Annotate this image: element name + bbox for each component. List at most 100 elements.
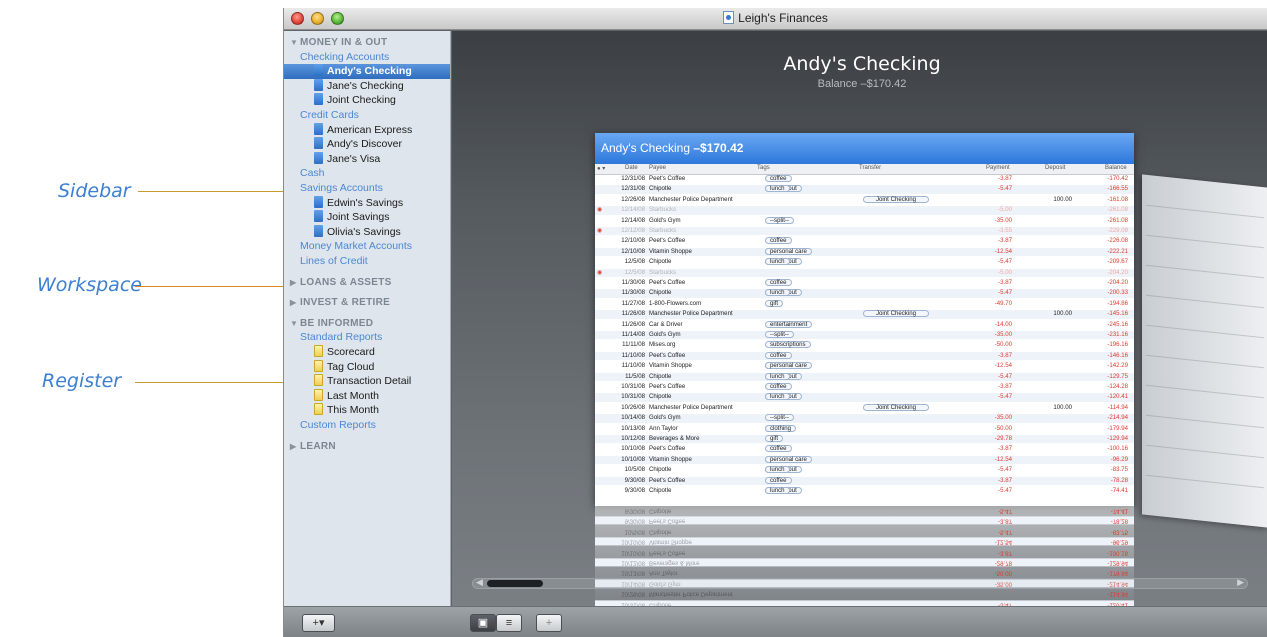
register-row[interactable]: 10/5/08Chipotle-5.47-83.75eating outlunc…: [595, 466, 1134, 474]
register-row[interactable]: 11/26/08 Manchester Police Department 100.…: [595, 310, 1134, 319]
register-row[interactable]: 11/27/08 1-800-Flowers.com -49.70 -194.86 gi…: [595, 299, 1134, 308]
transfer-pill[interactable]: Joint Checking: [863, 195, 929, 203]
sidebar-group[interactable]: Money Market Accounts: [284, 239, 450, 254]
register-row[interactable]: ◉ 12/5/08 Starbucks -5.00 -204.20: [595, 268, 1134, 277]
sidebar-item[interactable]: Joint Savings: [284, 210, 450, 225]
register-row[interactable]: 10/10/08Vitamin Shoppe-12.54-96.29andype…: [595, 455, 1134, 465]
register-row[interactable]: ◉ 12/12/08 Starbucks -3.55 -229.08: [595, 227, 1134, 236]
pending-mark-icon[interactable]: ◉: [597, 269, 602, 277]
sidebar-group[interactable]: Credit Cards: [284, 108, 450, 123]
sidebar-section[interactable]: ▶ INVEST & RETIRE: [284, 295, 450, 310]
coverflow-view-button[interactable]: ▣: [470, 614, 496, 632]
disclosure-open-icon[interactable]: ▼: [290, 316, 300, 331]
add-transaction-button[interactable]: +: [536, 614, 562, 632]
tag-pill[interactable]: coffee: [765, 445, 792, 453]
add-account-button[interactable]: +▾: [302, 614, 335, 632]
tag-pill[interactable]: coffee: [765, 175, 792, 182]
sidebar-item[interactable]: American Express: [284, 122, 450, 138]
sidebar-section[interactable]: ▼ BE INFORMED: [284, 316, 450, 331]
tag-pill[interactable]: lunch: [765, 185, 790, 193]
tag-pill[interactable]: subscriptions: [765, 341, 811, 349]
sidebar-item[interactable]: Tag Cloud: [284, 359, 450, 375]
horizontal-scrollbar[interactable]: ◀ ▶: [472, 577, 1248, 589]
sidebar-group[interactable]: Custom Reports: [284, 418, 450, 433]
register-row[interactable]: 10/10/08 Peet's Coffee -3.87 -100.16 coffee: [595, 445, 1134, 453]
register-row[interactable]: 11/10/08 Peet's Coffee -3.87 -146.16 coffee: [595, 351, 1134, 361]
tag-pill[interactable]: coffee: [765, 383, 792, 390]
register-row[interactable]: 12/5/08Chipotle-5.47-209.67eating outlun…: [595, 258, 1134, 266]
sidebar-section[interactable]: ▼ MONEY IN & OUT: [284, 35, 450, 50]
column-deposit[interactable]: Deposit: [1045, 165, 1065, 171]
sidebar-group[interactable]: Savings Accounts: [284, 181, 450, 196]
register-row[interactable]: 11/10/08Vitamin Shoppe-12.54-142.29andyp…: [595, 362, 1134, 370]
tag-pill[interactable]: coffee: [765, 476, 792, 484]
register-row[interactable]: 10/13/08Ann Taylor-50.00-179.94andycloth…: [595, 424, 1134, 433]
sidebar-item[interactable]: Jane's Visa: [284, 151, 450, 167]
register-row[interactable]: 12/31/08 Peet's Coffee -3.87 -170.42 coffee: [595, 175, 1134, 183]
register-row[interactable]: ◉ 12/14/08 Starbucks -5.00 -261.08: [595, 206, 1134, 215]
register-row[interactable]: 11/5/08Chipotle-5.47-129.75eating outlun…: [595, 372, 1134, 381]
register-row[interactable]: 12/26/08 Manchester Police Department 100.…: [595, 195, 1134, 204]
transfer-pill[interactable]: Joint Checking: [863, 403, 929, 411]
register-row[interactable]: 10/14/08 Gold's Gym -35.00 -214.94 --split--: [595, 414, 1134, 423]
register-row[interactable]: 9/30/08Chipotle-5.47-74.41eating outlunc…: [595, 487, 1134, 495]
list-view-button[interactable]: ≡: [496, 614, 522, 632]
register-row[interactable]: 11/11/08 Mises.org -50.00 -196.16 subscripti…: [595, 341, 1134, 349]
sidebar-group[interactable]: Standard Reports: [284, 330, 450, 345]
tag-pill[interactable]: clothing: [765, 424, 797, 432]
register-row[interactable]: 11/26/08 Car & Driver -14.00 -245.16 enterta…: [595, 320, 1134, 329]
sidebar-group[interactable]: Cash: [284, 166, 450, 181]
disclosure-closed-icon[interactable]: ▶: [290, 275, 300, 290]
sidebar-item[interactable]: Andy's Checking: [284, 64, 450, 80]
sidebar-section[interactable]: ▶ LEARN: [284, 439, 450, 454]
sidebar-item[interactable]: Edwin's Savings: [284, 195, 450, 211]
register-row[interactable]: 12/10/08 Peet's Coffee -3.87 -226.08 coffee: [595, 237, 1134, 245]
tag-pill[interactable]: lunch: [765, 258, 790, 266]
register-row[interactable]: 11/30/08Chipotle-5.47-200.33eating outlu…: [595, 289, 1134, 298]
tag-pill[interactable]: coffee: [765, 351, 792, 359]
tag-pill[interactable]: --split--: [765, 414, 794, 422]
tag-pill[interactable]: gift: [765, 299, 784, 307]
column-date[interactable]: Date: [625, 165, 638, 171]
tag-pill[interactable]: personal care: [765, 362, 812, 370]
sidebar-group[interactable]: Lines of Credit: [284, 254, 450, 269]
sidebar-item[interactable]: Andy's Discover: [284, 137, 450, 152]
tag-pill[interactable]: personal care: [765, 455, 812, 463]
disclosure-open-icon[interactable]: ▼: [290, 35, 300, 50]
sidebar-group[interactable]: Checking Accounts: [284, 50, 450, 65]
disclosure-closed-icon[interactable]: ▶: [290, 295, 300, 310]
column-tags[interactable]: Tags: [757, 165, 770, 171]
register-row[interactable]: 12/14/08 Gold's Gym -35.00 -261.08 --split--: [595, 216, 1134, 225]
tag-pill[interactable]: --split--: [765, 331, 794, 338]
scroll-left-icon[interactable]: ◀: [476, 577, 483, 588]
scroll-right-icon[interactable]: ▶: [1237, 577, 1244, 588]
tag-pill[interactable]: gift: [765, 435, 784, 442]
register-row[interactable]: 10/31/08Chipotle-5.47-120.41eating outlu…: [595, 393, 1134, 402]
disclosure-closed-icon[interactable]: ▶: [290, 439, 300, 454]
tag-pill[interactable]: lunch: [765, 487, 790, 494]
tag-pill[interactable]: lunch: [765, 393, 790, 401]
tag-pill[interactable]: lunch: [765, 372, 790, 380]
column-balance[interactable]: Balance: [1105, 165, 1127, 171]
register-row[interactable]: 12/31/08Chipotle-5.47-166.55eating outlu…: [595, 185, 1134, 194]
transfer-pill[interactable]: Joint Checking: [863, 310, 929, 318]
register-row[interactable]: 11/14/08 Gold's Gym -35.00 -231.16 --split--: [595, 331, 1134, 340]
column-payment[interactable]: Payment: [986, 165, 1010, 171]
tag-pill[interactable]: entertainment: [765, 320, 813, 328]
pending-mark-icon[interactable]: ◉: [597, 206, 602, 214]
column-transfer[interactable]: Transfer: [859, 165, 881, 171]
status-column-icon[interactable]: ● ▾: [597, 165, 605, 172]
tag-pill[interactable]: lunch: [765, 466, 790, 474]
tag-pill[interactable]: coffee: [765, 237, 792, 245]
scroll-thumb[interactable]: [487, 580, 543, 587]
tag-pill[interactable]: personal care: [765, 247, 812, 255]
sidebar-item[interactable]: Joint Checking: [284, 93, 450, 108]
pending-mark-icon[interactable]: ◉: [597, 227, 602, 235]
tag-pill[interactable]: coffee: [765, 279, 792, 286]
register-row[interactable]: 10/12/08 Beverages & More -29.78 -129.94 gif…: [595, 435, 1134, 444]
register-row[interactable]: 10/26/08 Manchester Police Department 100.…: [595, 403, 1134, 412]
sidebar-item[interactable]: Scorecard: [284, 345, 450, 360]
tag-pill[interactable]: lunch: [765, 289, 790, 297]
register-row[interactable]: 9/30/08 Peet's Coffee -3.87 -78.28 coffee: [595, 476, 1134, 485]
side-register-preview[interactable]: [1142, 174, 1267, 528]
